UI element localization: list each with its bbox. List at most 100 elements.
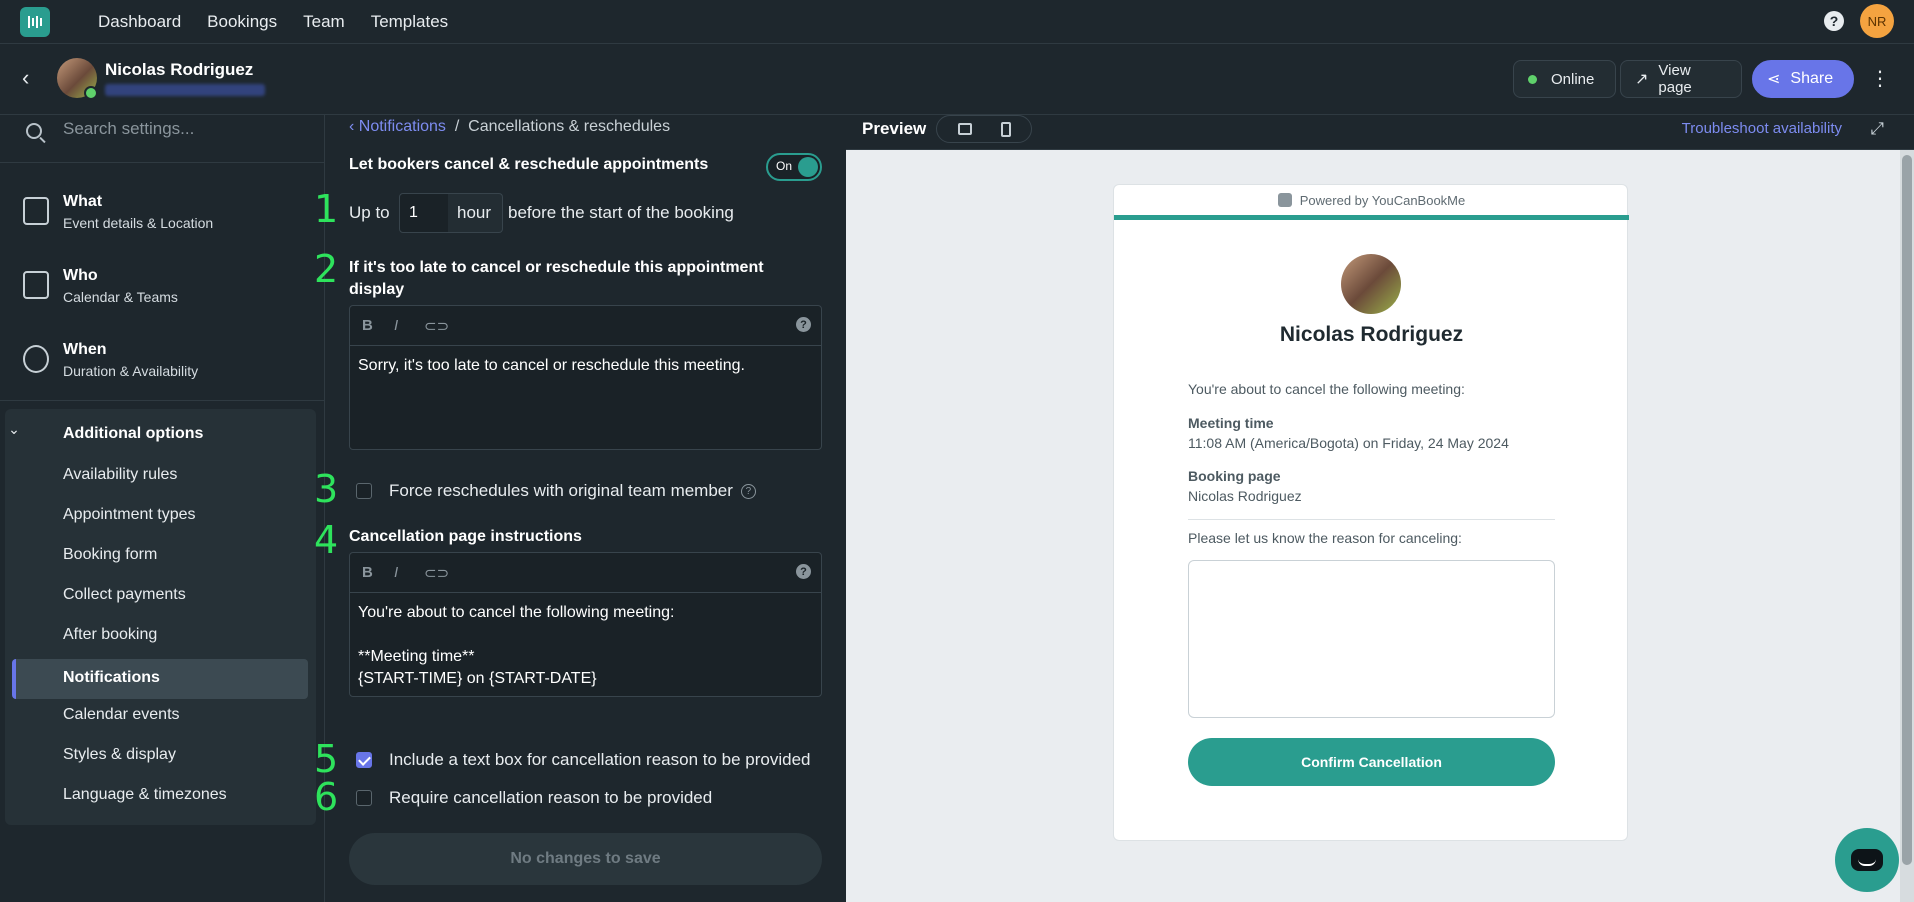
cancellation-reason-textarea[interactable] — [1188, 560, 1555, 718]
step-number: 2 — [314, 247, 339, 291]
force-reschedule-checkbox[interactable] — [356, 483, 372, 499]
sidebar-item-calendar-events[interactable]: Calendar events — [63, 706, 180, 724]
share-button[interactable]: ⋖ Share — [1752, 60, 1854, 98]
too-late-text[interactable]: Sorry, it's too late to cancel or resche… — [350, 346, 821, 386]
cancel-preview-card: Powered by YouCanBookMe Nicolas Rodrigue… — [1113, 184, 1629, 841]
bold-icon[interactable]: B — [362, 317, 373, 334]
desktop-icon[interactable] — [957, 123, 972, 135]
link-icon[interactable]: ⊂⊃ — [424, 564, 449, 582]
toggle-knob — [798, 157, 818, 177]
back-arrow-icon[interactable]: ‹ — [22, 67, 36, 89]
preview-name: Nicolas Rodriguez — [1279, 323, 1464, 346]
meeting-time-label: Meeting time — [1188, 415, 1274, 431]
sidebar-item-availability-rules[interactable]: Availability rules — [63, 466, 177, 484]
step-number: 3 — [314, 467, 339, 511]
chevron-down-icon[interactable]: ⌄ — [0, 421, 29, 438]
cancel-reschedule-toggle[interactable]: On — [766, 153, 822, 181]
require-reason-checkbox[interactable] — [356, 790, 372, 806]
page-owner-name: Nicolas Rodriguez — [105, 60, 254, 79]
online-label: Online — [1551, 70, 1595, 88]
breadcrumb-current: Cancellations & reschedules — [468, 118, 671, 135]
step-number: 4 — [314, 518, 339, 562]
settings-form: ‹ Notifications / Cancellations & resche… — [314, 115, 846, 902]
sidebar-item-language-timezones[interactable]: Language & timezones — [63, 786, 227, 804]
top-navigation: Dashboard Bookings Team Templates ? NR — [0, 0, 1914, 44]
step-number: 1 — [314, 187, 339, 231]
settings-search — [0, 115, 325, 163]
nav-bookings[interactable]: Bookings — [207, 12, 277, 32]
instructions-label: Cancellation page instructions — [349, 528, 582, 545]
divider — [0, 400, 325, 401]
include-textbox-label: Include a text box for cancellation reas… — [389, 750, 811, 769]
section-subtitle: Duration & Availability — [63, 363, 199, 379]
confirm-cancellation-button[interactable]: Confirm Cancellation — [1188, 738, 1555, 786]
cancel-toggle-label: Let bookers cancel & reschedule appointm… — [349, 156, 709, 173]
sidebar-item-styles-display[interactable]: Styles & display — [63, 746, 176, 764]
force-reschedule-row[interactable]: Force reschedules with original team mem… — [356, 481, 756, 501]
nav-templates[interactable]: Templates — [371, 12, 448, 32]
question-icon[interactable]: ? — [1824, 11, 1844, 31]
help-icon[interactable]: ? — [796, 317, 811, 332]
upto-prefix: Up to — [349, 203, 390, 222]
hours-before-input[interactable] — [399, 193, 449, 233]
view-page-button[interactable]: ↗ View page — [1620, 60, 1742, 98]
sidebar-item-appointment-types[interactable]: Appointment types — [63, 506, 196, 524]
sidebar-section-when[interactable]: When Duration & Availability — [0, 323, 325, 397]
mobile-icon[interactable] — [1000, 121, 1011, 137]
save-button[interactable]: No changes to save — [349, 833, 822, 885]
page-header: ‹ Nicolas Rodriguez Online ↗ View page ⋖… — [0, 44, 1914, 115]
app-logo-icon[interactable] — [20, 6, 50, 37]
link-icon[interactable]: ⊂⊃ — [424, 317, 449, 335]
sidebar-item-notifications[interactable]: Notifications — [63, 669, 160, 687]
search-input[interactable] — [63, 117, 303, 141]
search-icon — [26, 123, 42, 139]
require-reason-row[interactable]: Require cancellation reason to be provid… — [356, 788, 712, 808]
sidebar-item-collect-payments[interactable]: Collect payments — [63, 586, 186, 604]
ycbm-logo-icon — [1277, 193, 1292, 207]
italic-icon[interactable]: I — [394, 564, 398, 581]
nav-team[interactable]: Team — [303, 12, 345, 32]
troubleshoot-availability-link[interactable]: Troubleshoot availability — [1682, 120, 1842, 137]
sidebar-item-booking-form[interactable]: Booking form — [63, 546, 157, 564]
too-late-label: If it's too late to cancel or reschedule… — [349, 259, 764, 298]
expand-icon[interactable]: ⤢ — [1870, 119, 1884, 139]
sidebar-section-what[interactable]: What Event details & Location — [0, 175, 325, 249]
include-textbox-row[interactable]: Include a text box for cancellation reas… — [356, 750, 811, 770]
sidebar-section-who[interactable]: Who Calendar & Teams — [0, 249, 325, 323]
question-circle-icon[interactable]: ? — [740, 483, 756, 499]
section-subtitle: Calendar & Teams — [63, 289, 178, 305]
instructions-text[interactable]: You're about to cancel the following mee… — [350, 593, 821, 696]
booking-page-value: Nicolas Rodriguez — [1188, 488, 1302, 504]
chat-icon — [1851, 849, 1883, 871]
force-reschedule-label: Force reschedules with original team mem… — [389, 481, 733, 500]
preview-scrollbar-thumb[interactable] — [1902, 155, 1912, 865]
preview-title: Preview — [862, 119, 927, 138]
powered-by-banner: Powered by YouCanBookMe — [1114, 185, 1629, 220]
require-reason-label: Require cancellation reason to be provid… — [389, 788, 713, 807]
help-icon[interactable]: ? — [796, 564, 811, 579]
sidebar-item-after-booking[interactable]: After booking — [63, 626, 157, 644]
breadcrumb-parent-link[interactable]: ‹ Notifications — [349, 118, 446, 135]
watch-icon — [23, 345, 49, 373]
breadcrumb-parent-label: Notifications — [358, 118, 446, 135]
user-avatar[interactable]: NR — [1860, 4, 1894, 38]
editor-toolbar: B I ⊂⊃ ? — [350, 306, 821, 346]
additional-options-heading[interactable]: Additional options — [63, 425, 203, 443]
nav-dashboard[interactable]: Dashboard — [98, 12, 181, 32]
chat-support-button[interactable] — [1835, 828, 1899, 892]
online-status-button[interactable]: Online — [1513, 60, 1616, 98]
too-late-editor: B I ⊂⊃ ? Sorry, it's too late to cancel … — [349, 305, 822, 450]
external-link-icon: ↗ — [1635, 71, 1649, 88]
bold-icon[interactable]: B — [362, 564, 373, 581]
breadcrumb: ‹ Notifications / Cancellations & resche… — [349, 118, 670, 136]
more-options-icon[interactable]: ⋮ — [1870, 69, 1890, 89]
breadcrumb-separator: / — [454, 118, 460, 135]
section-title: Who — [63, 267, 98, 284]
section-subtitle: Event details & Location — [63, 215, 214, 231]
powered-by-label: Powered by YouCanBookMe — [1299, 192, 1466, 208]
active-item-highlight — [12, 659, 308, 699]
step-number: 6 — [314, 775, 339, 819]
italic-icon[interactable]: I — [394, 317, 398, 334]
include-textbox-checkbox[interactable] — [356, 752, 372, 768]
booking-page-label: Booking page — [1188, 468, 1281, 484]
